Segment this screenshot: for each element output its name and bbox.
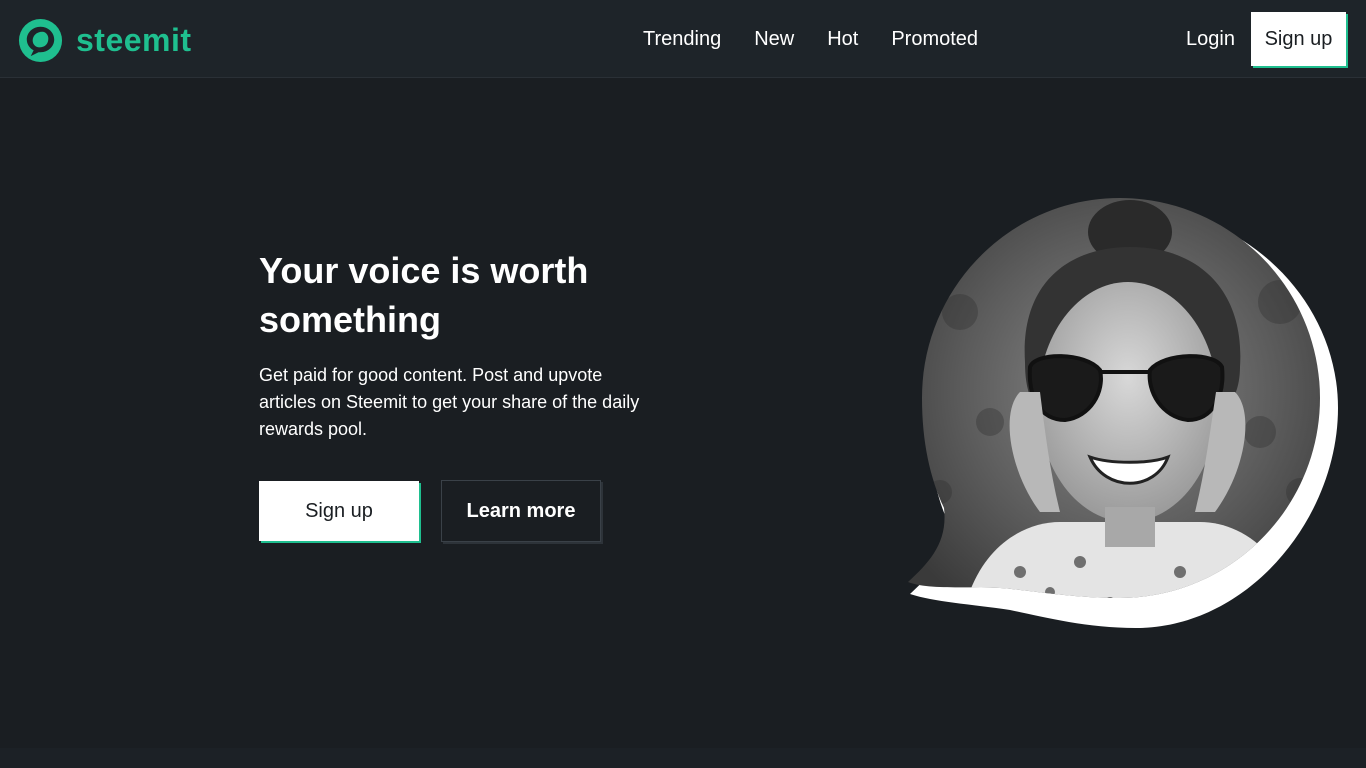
nav-promoted[interactable]: Promoted — [891, 26, 978, 52]
nav-new[interactable]: New — [754, 26, 794, 52]
brand-name: steemit — [76, 22, 192, 58]
steemit-logo[interactable]: steemit — [17, 16, 192, 64]
top-header: steemit Trending New Hot Promoted Login … — [0, 0, 1366, 78]
steemit-logo-icon — [18, 18, 63, 62]
main-nav: Trending New Hot Promoted — [643, 26, 978, 52]
login-link[interactable]: Login — [1186, 26, 1235, 52]
footer-band — [0, 748, 1366, 768]
header-signup-button[interactable]: Sign up — [1251, 12, 1346, 66]
hero-subtitle: Get paid for good content. Post and upvo… — [259, 365, 640, 439]
nav-hot[interactable]: Hot — [827, 26, 858, 52]
nav-trending[interactable]: Trending — [643, 26, 721, 52]
learn-more-button[interactable]: Learn more — [441, 480, 601, 542]
hero-signup-button[interactable]: Sign up — [259, 481, 419, 541]
woman-photo — [908, 198, 1320, 598]
hero-photo-bubble — [908, 198, 1338, 628]
hero-title: Your voice is worth something — [259, 250, 589, 340]
